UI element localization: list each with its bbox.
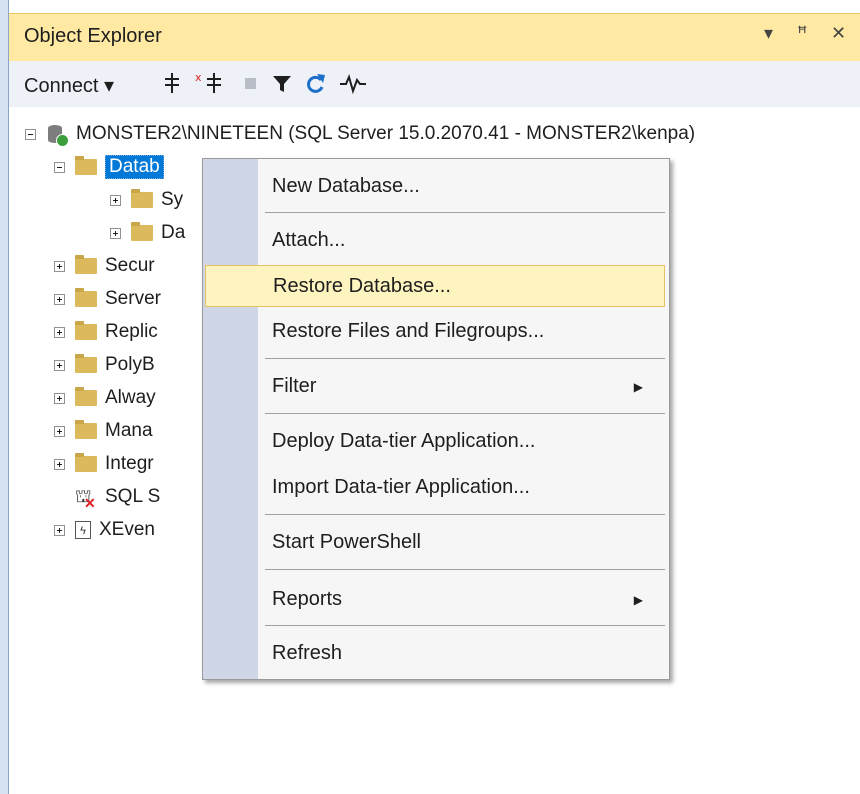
xevent-profiler-icon: ϟ: [75, 521, 91, 539]
tree-node-replication[interactable]: Replic: [54, 316, 158, 348]
tree-node-label: SQL S: [105, 486, 161, 507]
window-left-edge: [0, 0, 9, 794]
tree-node-server[interactable]: MONSTER2\NINETEEN (SQL Server 15.0.2070.…: [25, 118, 695, 150]
connect-icon[interactable]: [161, 71, 183, 101]
menu-item-start-powershell[interactable]: Start PowerShell: [203, 525, 669, 560]
tree-node-always-on[interactable]: Alway: [54, 382, 156, 414]
server-label: MONSTER2\NINETEEN (SQL Server 15.0.2070.…: [76, 123, 696, 144]
expand-toggle[interactable]: [54, 293, 65, 305]
menu-separator: [265, 212, 665, 213]
connect-button[interactable]: Connect ▾: [24, 73, 114, 98]
disconnect-icon[interactable]: x: [195, 71, 225, 101]
menu-item-refresh[interactable]: Refresh: [203, 636, 669, 671]
folder-icon: [75, 387, 97, 406]
menu-separator: [265, 413, 665, 414]
expand-toggle[interactable]: [54, 425, 65, 437]
folder-icon: [75, 156, 97, 175]
tree-node-label: XEven: [99, 519, 155, 540]
window-position-dropdown-icon[interactable]: ▾: [764, 23, 773, 44]
sql-agent-stopped-icon: ⛫ ✕: [75, 486, 96, 511]
refresh-icon[interactable]: [305, 71, 327, 101]
expand-toggle[interactable]: [54, 524, 65, 536]
menu-item-reports[interactable]: Reports ▶: [203, 582, 669, 617]
tree-node-polybase[interactable]: PolyB: [54, 349, 155, 381]
folder-icon: [131, 189, 153, 208]
menu-separator: [265, 569, 665, 570]
expand-toggle[interactable]: [110, 194, 121, 206]
folder-icon: [75, 288, 97, 307]
folder-icon: [75, 321, 97, 340]
context-menu: New Database... Attach... Restore Databa…: [202, 158, 670, 680]
tree-node-label: PolyB: [105, 354, 155, 375]
menu-item-attach[interactable]: Attach...: [203, 223, 669, 258]
menu-separator: [265, 625, 665, 626]
object-explorer-header: Object Explorer ▾ ꟸ ✕: [9, 13, 860, 61]
menu-item-filter[interactable]: Filter ▶: [203, 369, 669, 404]
tree-node-integration-services[interactable]: Integr: [54, 448, 154, 480]
tree-node-sql-server-agent[interactable]: ⛫ ✕ SQL S: [75, 481, 160, 513]
server-connected-icon: [46, 123, 69, 147]
expand-toggle[interactable]: [54, 458, 65, 470]
tree-node-management[interactable]: Mana: [54, 415, 153, 447]
tree-node-label: Da: [161, 222, 186, 243]
folder-icon: [75, 354, 97, 373]
expand-toggle[interactable]: [54, 359, 65, 371]
auto-hide-pin-icon[interactable]: ꟸ: [797, 23, 807, 44]
menu-item-import-data-tier-application[interactable]: Import Data-tier Application...: [203, 470, 669, 505]
submenu-arrow-icon: ▶: [633, 379, 643, 394]
expand-toggle[interactable]: [54, 326, 65, 338]
tree-node-label: Mana: [105, 420, 153, 441]
tree-node-system-databases[interactable]: Sy: [110, 184, 183, 216]
menu-item-deploy-data-tier-application[interactable]: Deploy Data-tier Application...: [203, 424, 669, 459]
expand-toggle[interactable]: [54, 392, 65, 404]
menu-item-new-database[interactable]: New Database...: [203, 169, 669, 204]
tree-node-security[interactable]: Secur: [54, 250, 155, 282]
tree-node-label: Server: [105, 288, 161, 309]
panel-title: Object Explorer: [24, 25, 162, 47]
svg-text:x: x: [195, 71, 202, 84]
folder-icon: [75, 420, 97, 439]
expand-toggle[interactable]: [54, 260, 65, 272]
filter-icon[interactable]: [271, 71, 293, 101]
tree-node-server-objects[interactable]: Server: [54, 283, 161, 315]
tree-node-label: Datab: [105, 155, 164, 179]
stop-icon[interactable]: [243, 71, 259, 101]
menu-separator: [265, 514, 665, 515]
tree-node-label: Sy: [161, 189, 184, 210]
tree-node-label: Replic: [105, 321, 158, 342]
collapse-toggle[interactable]: [25, 128, 36, 140]
object-explorer-toolbar: Connect ▾ x: [9, 61, 860, 108]
folder-icon: [75, 255, 97, 274]
folder-icon: [75, 453, 97, 472]
tree-node-databases[interactable]: Datab: [54, 151, 164, 183]
collapse-toggle[interactable]: [54, 161, 65, 173]
menu-separator: [265, 358, 665, 359]
menu-item-restore-files-and-filegroups[interactable]: Restore Files and Filegroups...: [203, 314, 669, 349]
expand-toggle[interactable]: [110, 227, 121, 239]
tree-node-label: Integr: [105, 453, 154, 474]
tree-node-xevent-profiler[interactable]: ϟ XEven: [54, 514, 155, 546]
tree-node-database-snapshots[interactable]: Da: [110, 217, 185, 249]
activity-monitor-icon[interactable]: [339, 71, 367, 101]
tree-node-label: Secur: [105, 255, 155, 276]
menu-item-restore-database[interactable]: Restore Database...: [205, 265, 665, 307]
close-icon[interactable]: ✕: [831, 23, 846, 44]
submenu-arrow-icon: ▶: [633, 592, 643, 607]
folder-icon: [131, 222, 153, 241]
tree-node-label: Alway: [105, 387, 156, 408]
